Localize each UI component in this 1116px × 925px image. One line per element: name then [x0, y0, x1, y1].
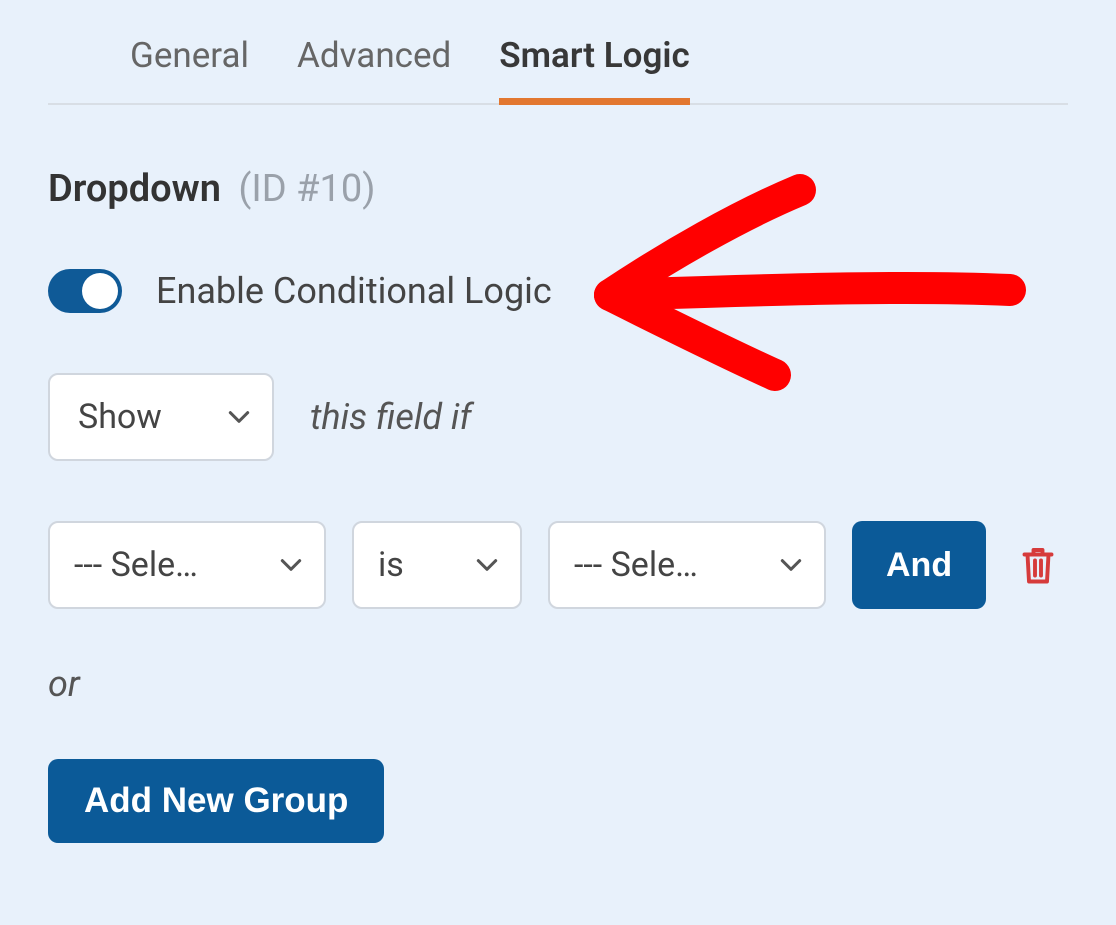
field-id-label: (ID #10): [238, 167, 375, 211]
chevron-down-icon: [778, 552, 804, 578]
delete-rule-button[interactable]: [1020, 545, 1056, 585]
tab-general[interactable]: General: [130, 35, 249, 105]
chevron-down-icon: [226, 404, 252, 430]
action-select[interactable]: Show: [48, 373, 274, 461]
rule-field-select[interactable]: --- Sele…: [48, 521, 326, 609]
enable-conditional-logic-toggle[interactable]: [48, 269, 122, 313]
tab-advanced[interactable]: Advanced: [297, 35, 451, 105]
action-row: Show this field if: [0, 313, 1116, 461]
tab-smart-logic[interactable]: Smart Logic: [499, 35, 689, 105]
field-name: Dropdown: [48, 167, 221, 211]
tabs-bar: General Advanced Smart Logic: [48, 0, 1068, 105]
rule-operator-value: is: [378, 545, 404, 585]
chevron-down-icon: [278, 552, 304, 578]
field-title: Dropdown (ID #10): [0, 105, 1116, 211]
rule-row: --- Sele… is --- Sele… And: [0, 461, 1116, 609]
add-new-group-button[interactable]: Add New Group: [48, 759, 384, 843]
action-select-value: Show: [78, 397, 162, 437]
enable-conditional-logic-row: Enable Conditional Logic: [0, 211, 1116, 313]
rule-operator-select[interactable]: is: [352, 521, 522, 609]
rule-value-select[interactable]: --- Sele…: [548, 521, 826, 609]
chevron-down-icon: [474, 552, 500, 578]
or-label: or: [0, 609, 1116, 705]
trash-icon: [1020, 545, 1056, 585]
enable-conditional-logic-label: Enable Conditional Logic: [156, 270, 552, 312]
rule-value-value: --- Sele…: [574, 545, 698, 585]
action-suffix-text: this field if: [310, 396, 472, 438]
toggle-knob: [82, 273, 118, 309]
rule-field-value: --- Sele…: [74, 545, 198, 585]
and-button[interactable]: And: [852, 521, 986, 609]
